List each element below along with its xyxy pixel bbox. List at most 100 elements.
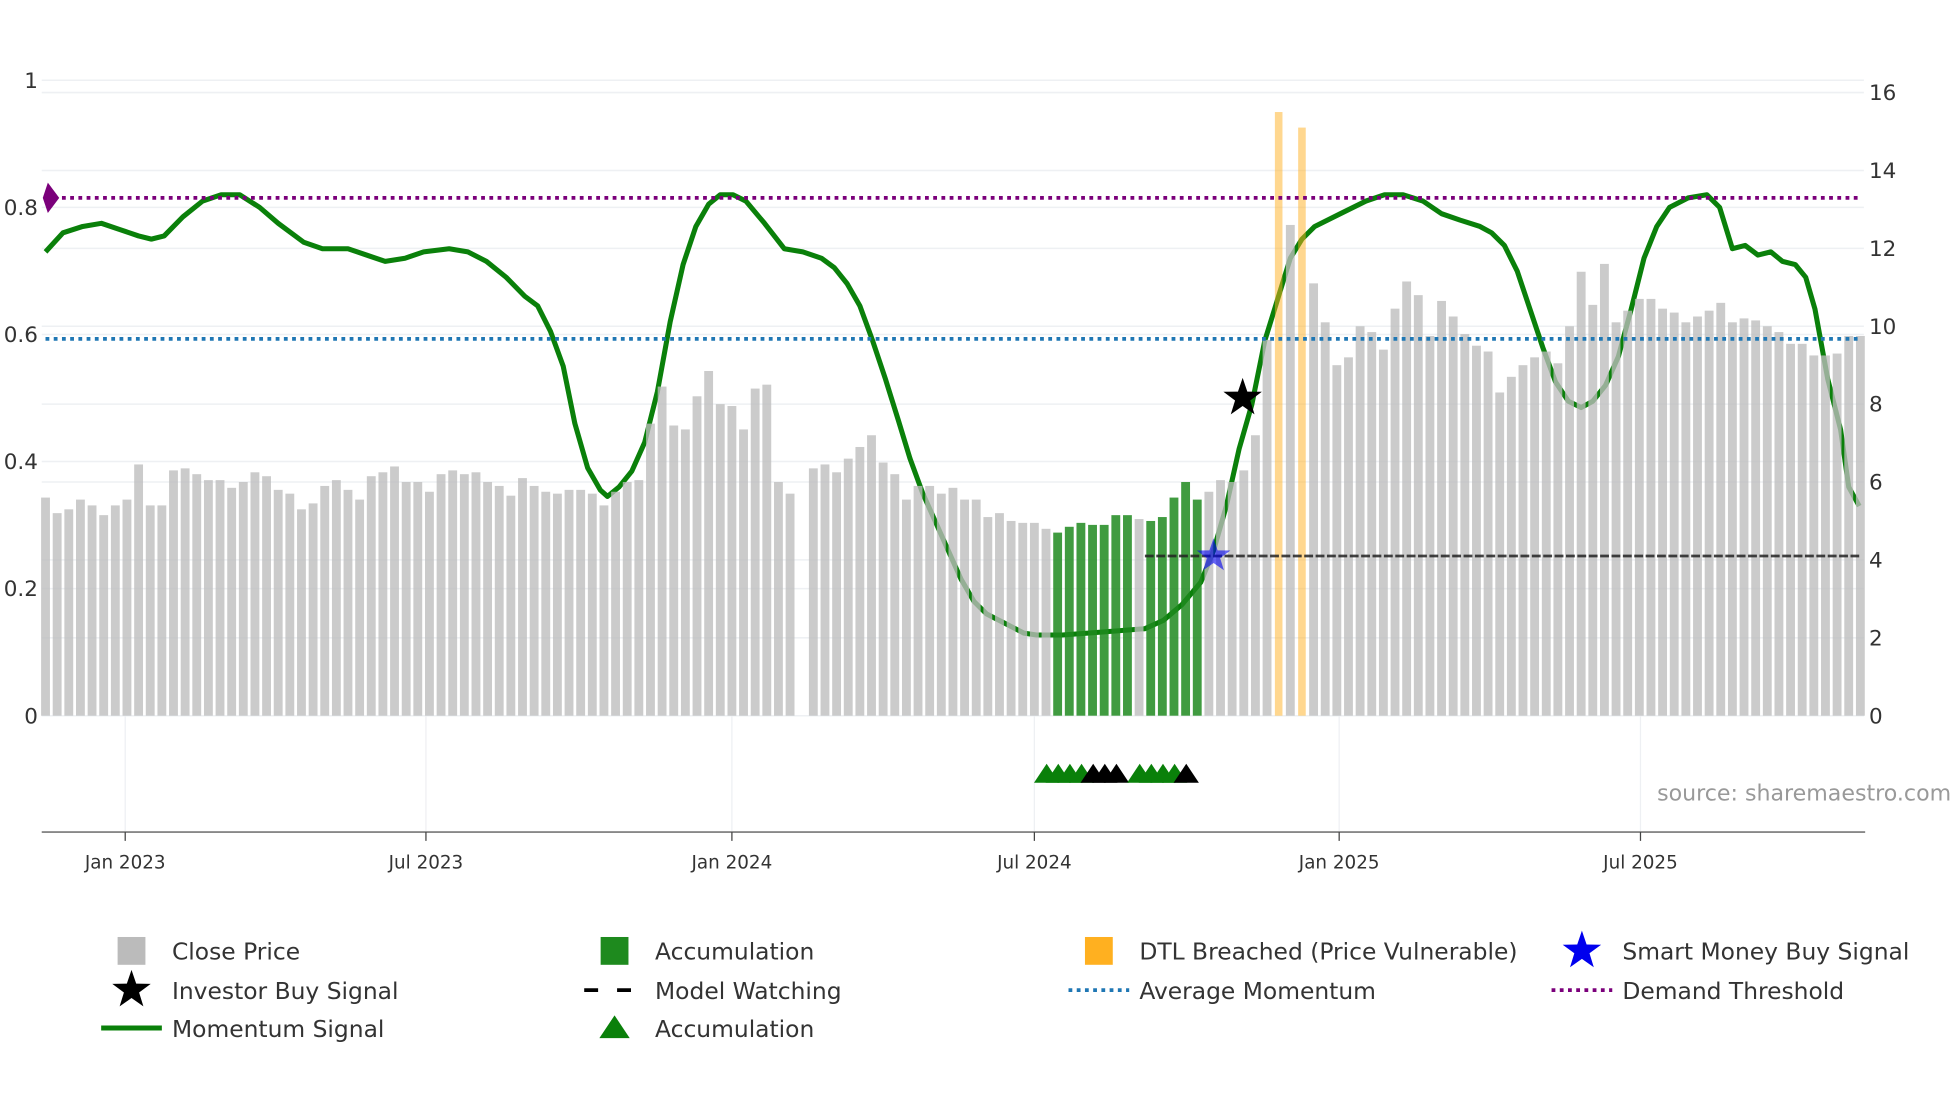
accumulation-swatch-icon bbox=[600, 936, 629, 965]
close-price-bar bbox=[1797, 343, 1807, 716]
close-price-bar bbox=[1285, 224, 1295, 716]
close-price-bar bbox=[878, 462, 888, 716]
close-price-bar bbox=[692, 396, 702, 716]
right-y-tick-label: 10 bbox=[1869, 315, 1896, 340]
close-price-bar bbox=[1553, 363, 1563, 716]
close-price-bar bbox=[1751, 320, 1761, 716]
close-price-bar bbox=[936, 493, 946, 716]
smart-money-star-icon bbox=[1562, 930, 1602, 968]
close-price-bar bbox=[1716, 302, 1726, 716]
close-price-bar bbox=[529, 485, 539, 716]
x-tick-label: Jan 2023 bbox=[84, 853, 166, 874]
accumulation-triangle-legend-icon bbox=[599, 1015, 630, 1039]
close-price-bar bbox=[320, 485, 330, 716]
close-price-bar bbox=[518, 478, 527, 716]
close-price-bar bbox=[832, 472, 842, 716]
right-y-tick-label: 12 bbox=[1869, 237, 1896, 262]
close-price-bar bbox=[1460, 334, 1470, 716]
close-price-bar bbox=[273, 489, 283, 716]
left-y-tick-label: 1 bbox=[24, 69, 38, 94]
close-price-bar bbox=[262, 476, 271, 716]
close-price-bar bbox=[1844, 335, 1854, 716]
dtl-breached-bar bbox=[1274, 112, 1283, 716]
close-price-bar bbox=[762, 384, 772, 716]
close-price-bar bbox=[285, 493, 295, 716]
close-price-bar bbox=[727, 406, 737, 716]
accumulation-bar bbox=[1123, 515, 1132, 716]
close-price-bar bbox=[64, 509, 74, 716]
close-price-bar bbox=[366, 476, 376, 716]
source-label: source: sharemaestro.com bbox=[1657, 780, 1951, 806]
close-price-bar bbox=[1378, 349, 1388, 716]
close-price-bar bbox=[704, 371, 714, 716]
close-price-bar bbox=[238, 482, 248, 716]
close-price-bar bbox=[1018, 522, 1028, 716]
close-price-bar bbox=[890, 474, 900, 716]
close-price-bar bbox=[134, 464, 144, 716]
close-price-bar bbox=[785, 493, 795, 716]
close-price-bar bbox=[1565, 326, 1574, 716]
right-y-tick-label: 8 bbox=[1869, 393, 1883, 418]
close-price-bar bbox=[1355, 326, 1365, 716]
close-price-bar bbox=[192, 474, 202, 716]
close-price-bar bbox=[995, 513, 1004, 716]
right-y-tick-label: 16 bbox=[1869, 81, 1896, 106]
close-price-bar bbox=[1762, 326, 1772, 716]
close-price-bar bbox=[250, 472, 260, 716]
legend-label: Model Watching bbox=[655, 977, 842, 1005]
close-price-bar bbox=[1786, 343, 1795, 716]
close-price-bar bbox=[355, 499, 365, 716]
close-price-bar bbox=[820, 464, 830, 716]
close-price-bar bbox=[634, 480, 644, 716]
accumulation-bar bbox=[1076, 522, 1086, 716]
close-price-bar bbox=[1425, 335, 1435, 716]
x-tick-label: Jan 2025 bbox=[1298, 853, 1380, 874]
accumulation-bar bbox=[1157, 517, 1167, 716]
close-price-swatch-icon bbox=[117, 936, 146, 965]
demand-threshold-diamond bbox=[42, 182, 60, 214]
close-price-bar bbox=[227, 487, 237, 716]
accumulation-bar bbox=[1181, 482, 1191, 716]
close-price-bar bbox=[1681, 322, 1691, 716]
legend-label: Momentum Signal bbox=[172, 1015, 384, 1043]
x-tick-label: Jul 2025 bbox=[1602, 853, 1678, 874]
close-price-bar bbox=[1530, 357, 1540, 716]
close-price-bar bbox=[1646, 298, 1656, 716]
legend-label: Demand Threshold bbox=[1622, 977, 1844, 1005]
accumulation-bar bbox=[1088, 524, 1097, 716]
legend-label: Accumulation bbox=[655, 938, 814, 966]
legend-label: Close Price bbox=[172, 938, 300, 966]
close-price-bar bbox=[715, 404, 725, 716]
close-price-bar bbox=[646, 423, 655, 716]
close-price-bar bbox=[1727, 322, 1737, 716]
close-price-bar bbox=[1239, 470, 1249, 716]
close-price-bar bbox=[297, 509, 306, 716]
close-price-bar bbox=[1390, 308, 1400, 716]
accumulation-bar bbox=[1064, 526, 1074, 716]
close-price-bar bbox=[541, 491, 551, 716]
close-price-bar bbox=[1402, 281, 1412, 716]
right-y-tick-label: 2 bbox=[1869, 626, 1883, 651]
close-price-bar bbox=[1693, 316, 1702, 716]
close-price-bar bbox=[750, 388, 760, 716]
close-price-bar bbox=[1204, 491, 1214, 716]
close-price-bar bbox=[1006, 520, 1016, 716]
close-price-bar bbox=[913, 485, 923, 716]
close-price-bar bbox=[169, 470, 178, 716]
close-price-bar bbox=[483, 482, 493, 716]
close-price-bar bbox=[157, 505, 167, 716]
close-price-bar bbox=[122, 499, 132, 716]
right-y-tick-label: 14 bbox=[1869, 159, 1896, 184]
close-price-bar bbox=[41, 497, 50, 716]
close-price-bar bbox=[1227, 482, 1237, 716]
close-price-bar bbox=[611, 491, 620, 716]
close-price-bar bbox=[669, 425, 679, 716]
close-price-bar bbox=[378, 472, 388, 716]
close-price-bar bbox=[808, 468, 818, 716]
close-price-bar bbox=[1320, 322, 1330, 716]
close-price-bar bbox=[1506, 376, 1516, 716]
close-price-bar bbox=[215, 480, 225, 716]
close-price-bar bbox=[1250, 435, 1260, 716]
close-price-bar bbox=[587, 493, 597, 716]
close-price-bar bbox=[1623, 310, 1633, 716]
